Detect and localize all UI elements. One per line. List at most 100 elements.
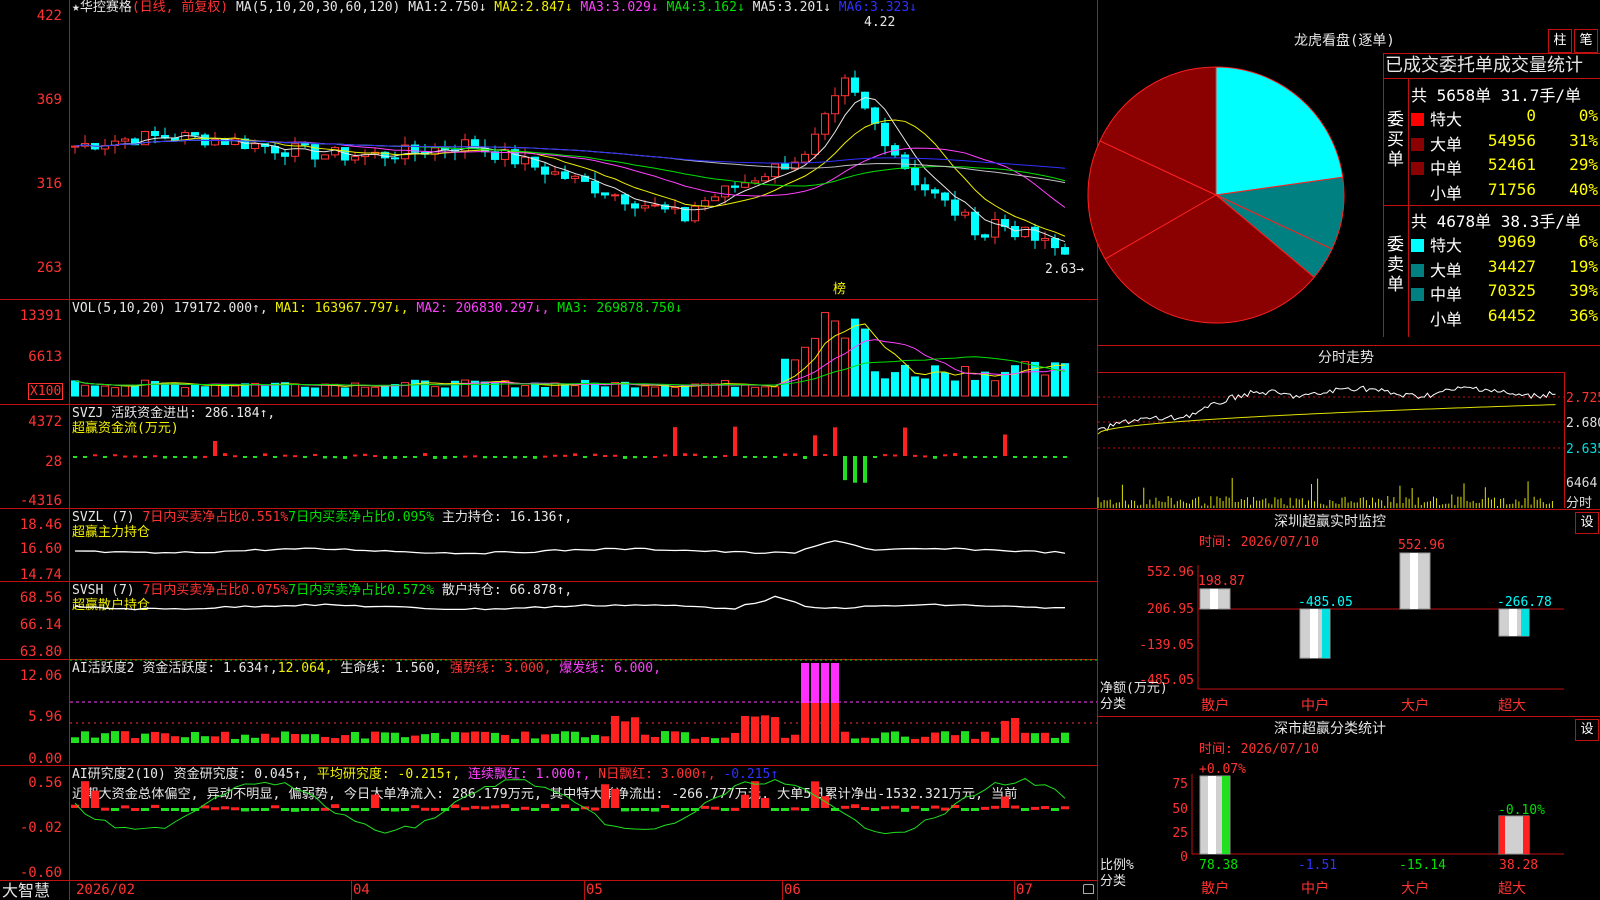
volume-bar <box>181 387 189 397</box>
flow-bar <box>803 456 807 459</box>
intraday-y-label-3: 2.635 <box>1566 442 1600 457</box>
intraday-chart[interactable] <box>1097 372 1564 508</box>
candlestick-chart[interactable] <box>0 0 1098 298</box>
volume-bar <box>781 358 789 397</box>
research-bar <box>931 805 939 809</box>
ratio-bar-accent <box>1523 816 1529 854</box>
sz-class-cat-2: 中户 <box>1301 881 1329 897</box>
lock-icon[interactable] <box>1083 884 1094 894</box>
volume-bar <box>851 318 859 397</box>
research-bar <box>711 806 719 810</box>
volume-bar <box>841 337 849 397</box>
volume-bar <box>541 386 549 397</box>
candle-body <box>961 211 969 216</box>
activity-bar <box>481 731 489 743</box>
retail-holding-chart[interactable] <box>0 582 1098 659</box>
activity-bar <box>911 738 919 743</box>
rank-marker[interactable]: 榜 <box>833 282 846 298</box>
date-label-4: 06 <box>784 882 801 898</box>
lhb-stats-title: 已成交委托单成交量统计 <box>1385 55 1583 76</box>
flow-bar <box>243 456 247 458</box>
research-bar <box>101 807 109 811</box>
activity-bar <box>821 663 829 703</box>
activity-chart[interactable] <box>0 659 1098 765</box>
sz-cat-3: 大户 <box>1401 698 1429 714</box>
research-bar <box>1011 805 1019 809</box>
brand-logo[interactable]: 大智慧 <box>2 881 50 900</box>
flow-bar <box>513 456 517 459</box>
activity-bar <box>821 703 829 743</box>
sell-order-row: 中单 70325 39% <box>1411 281 1600 305</box>
flow-bar <box>73 456 77 458</box>
volume-bar <box>771 386 779 397</box>
activity-bar <box>741 715 749 743</box>
main-holding-chart[interactable] <box>0 509 1098 581</box>
buy-order-label: 委买单 <box>1387 110 1404 170</box>
candle-body <box>401 144 409 160</box>
candle-body <box>631 203 639 209</box>
volume-bar <box>311 387 319 397</box>
flow-bar <box>113 454 117 457</box>
activity-bar <box>301 734 309 743</box>
flow-bar <box>583 456 587 458</box>
sz-axis-sub: 分类 <box>1100 697 1127 712</box>
sz-class-value-3: -15.14 <box>1399 858 1446 873</box>
activity-bar <box>931 732 939 743</box>
sz-cat-2: 中户 <box>1301 698 1329 714</box>
sz-net-bar-chart[interactable]: 198.87 -485.05 552.96 -266.78 <box>1098 509 1600 715</box>
high-price-label: 4.22 <box>864 15 896 30</box>
research-bar <box>551 808 559 811</box>
activity-bar <box>201 736 209 743</box>
research-bar <box>111 808 119 811</box>
flow-bar <box>823 454 827 457</box>
research-bar <box>901 808 909 812</box>
volume-bar <box>871 371 879 397</box>
fund-flow-chart[interactable] <box>0 405 1098 508</box>
date-label-1: 2026/02 <box>76 882 136 898</box>
research-bar <box>401 808 409 811</box>
volume-bar <box>231 385 239 397</box>
activity-bar <box>241 734 249 743</box>
buy-order-row: 大单 54956 31% <box>1411 131 1600 155</box>
candle-body <box>991 219 999 238</box>
activity-bar <box>961 731 969 743</box>
sz-class-top-label-1: +0.07% <box>1199 762 1246 777</box>
tab-bar[interactable]: 柱 <box>1548 29 1572 53</box>
research-bar <box>271 805 279 809</box>
candle-body <box>781 163 789 170</box>
order-pie-chart[interactable] <box>1087 55 1383 345</box>
flow-bar <box>573 453 577 456</box>
volume-bar <box>741 384 749 397</box>
flow-bar <box>343 456 347 459</box>
flow-bar <box>483 456 487 459</box>
activity-bar <box>611 715 619 743</box>
activity-bar <box>631 717 639 743</box>
research-chart[interactable] <box>0 766 1098 880</box>
activity-bar <box>691 738 699 743</box>
row-name: 中单 <box>1430 285 1463 304</box>
research-bar <box>391 808 399 812</box>
volume-bar <box>981 371 989 397</box>
flow-bar <box>233 455 237 458</box>
candle-body <box>601 192 609 196</box>
candle-body <box>931 189 939 194</box>
activity-bar <box>191 732 199 743</box>
row-percent: 29% <box>1569 155 1598 174</box>
research-bar <box>871 808 879 811</box>
research-bar <box>701 805 709 809</box>
activity-bar <box>151 731 159 743</box>
activity-bar <box>831 663 839 703</box>
research-bar <box>631 808 639 812</box>
activity-bar <box>391 732 399 743</box>
research-bar <box>801 808 809 811</box>
tab-tick[interactable]: 笔 <box>1574 29 1598 53</box>
candle-body <box>1021 226 1029 238</box>
volume-bar <box>821 312 829 397</box>
activity-bar <box>581 737 589 743</box>
research-bar <box>511 808 519 811</box>
flow-bar <box>603 455 607 458</box>
candle-body <box>651 204 659 207</box>
main-chart-area[interactable]: ★华控赛格(日线, 前复权) MA(5,10,20,30,60,120) MA1… <box>0 0 1098 900</box>
volume-chart[interactable] <box>0 300 1098 404</box>
flow-bar <box>653 455 657 458</box>
